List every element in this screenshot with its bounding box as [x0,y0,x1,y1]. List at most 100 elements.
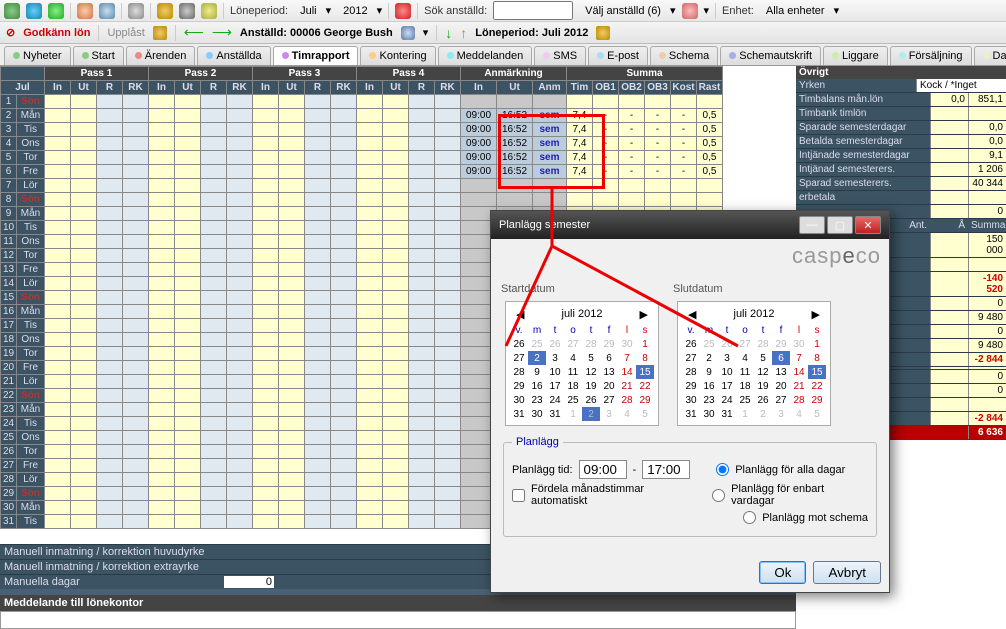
tool-icon-2[interactable] [179,3,195,19]
down-arrow[interactable]: ↓ [445,25,452,41]
tab-bar: NyheterStartÄrendenAnställdaTimrapportKo… [0,44,1006,66]
tab-schemautskrift[interactable]: Schemautskrift [720,46,821,65]
unlock-icon[interactable] [596,26,610,40]
employee-label: Anställd: 00006 George Bush [240,27,393,39]
dialog-title: Planlägg semester [499,219,797,231]
tab-kontering[interactable]: Kontering [360,46,435,65]
dropdown-icon[interactable] [401,26,415,40]
radio-all-days[interactable] [716,463,729,476]
auto-distribute-label: Fördela månadstimmar automatiskt [531,483,700,507]
time-to[interactable] [642,460,690,479]
period-year[interactable]: 2012 [337,5,373,17]
manual-extra: Manuell inmatning / korrektion extrayrke [4,561,224,573]
maximize-button[interactable]: ▢ [827,216,853,234]
calendar-red-icon[interactable] [395,3,411,19]
prev-arrow[interactable]: ⟵ [184,24,204,41]
tab-e-post[interactable]: E-post [588,46,648,65]
message-header: Meddelande till lönekontor [0,595,796,611]
day-row-3[interactable]: 3Tis09:0016:52sem7,4----0,5 [1,123,723,137]
period-label-2: Löneperiod: Juli 2012 [475,27,588,39]
summary-row: Betalda semesterdagar0,0 [796,135,1006,149]
unlocked-status: Upplåst [107,27,144,39]
period-month[interactable]: Juli [294,5,323,17]
dialog-titlebar[interactable]: Planlägg semester — ▢ ✕ [491,211,889,239]
pass-4-header: Pass 4 [357,67,461,81]
tab-försäljning[interactable]: Försäljning [890,46,972,65]
radio-schedule-label: Planlägg mot schema [762,512,868,524]
end-calendar[interactable]: ◀juli 2012▶v.mtotfls26252627282930127234… [677,301,831,426]
tab-sms[interactable]: SMS [534,46,586,65]
manual-days-lbl: Manuella dagar [4,576,224,588]
search-input[interactable] [493,1,573,20]
summary-row: Timbalans mån.lön0,0851,1 [796,93,1006,107]
tool-icon-1[interactable] [157,3,173,19]
up-arrow[interactable]: ↑ [460,25,467,41]
day-row-1[interactable]: 1Sön [1,95,723,109]
tab-schema[interactable]: Schema [650,46,718,65]
lock-icon[interactable] [153,26,167,40]
day-row-5[interactable]: 5Tor09:0016:52sem7,4----0,5 [1,151,723,165]
plan-vacation-dialog: Planlägg semester — ▢ ✕ caspeco Startdat… [490,210,890,593]
auto-distribute-check[interactable] [512,489,525,502]
minimize-button[interactable]: — [799,216,825,234]
time-label: Planlägg tid: [512,464,573,476]
manual-days-val[interactable]: 0 [224,576,274,588]
summary-row: Sparad semesterers.40 344 [796,177,1006,191]
search-label: Sök anställd: [424,5,487,17]
radio-weekdays-label: Planlägg för enbart vardagar [731,483,868,507]
end-date-label: Slutdatum [673,283,835,295]
day-row-2[interactable]: 2Mån09:0016:52sem7,4----0,5 [1,109,723,123]
anm-header: Anmärkning [461,67,567,81]
radio-all-days-label: Planlägg för alla dagar [735,464,845,476]
tab-nyheter[interactable]: Nyheter [4,46,71,65]
month-header [1,67,45,81]
sum-header: Summa [567,67,723,81]
plan-legend: Planlägg [512,436,563,448]
print-icon[interactable] [128,3,144,19]
manual-main: Manuell inmatning / korrektion huvudyrke [4,546,224,558]
tab-start[interactable]: Start [73,46,124,65]
plan-fieldset: Planlägg Planlägg tid: - Planlägg för al… [503,436,877,537]
start-date-label: Startdatum [501,283,663,295]
tab-liggare[interactable]: Liggare [823,46,888,65]
period-label: Löneperiod: [230,5,288,17]
pass-1-header: Pass 1 [45,67,149,81]
close-button[interactable]: ✕ [855,216,881,234]
unit-label: Enhet: [722,5,754,17]
time-from[interactable] [579,460,627,479]
day-row-6[interactable]: 6Fre09:0016:52sem7,4----0,5 [1,165,723,179]
tab-timrapport[interactable]: Timrapport [273,46,359,65]
day-row-8[interactable]: 8Sön [1,193,723,207]
tab-meddelanden[interactable]: Meddelanden [438,46,533,65]
summary-row: Intjänade semesterdagar9,1 [796,149,1006,163]
icon-3[interactable] [48,3,64,19]
next-arrow[interactable]: ⟶ [212,24,232,41]
ok-button[interactable]: Ok [759,561,806,584]
summary-row: YrkenKock / *Inget [796,79,1006,93]
users-icon[interactable] [99,3,115,19]
approve-button[interactable]: Godkänn lön [23,27,90,39]
radio-schedule[interactable] [743,511,756,524]
day-row-4[interactable]: 4Ons09:0016:52sem7,4----0,5 [1,137,723,151]
people-icon[interactable] [682,3,698,19]
icon-2[interactable] [26,3,42,19]
radio-weekdays[interactable] [712,489,725,502]
pass-3-header: Pass 3 [253,67,357,81]
tab-anställda[interactable]: Anställda [197,46,270,65]
secondary-toolbar: ⊘ Godkänn lön Upplåst ⟵ ⟶ Anställd: 0000… [0,22,1006,44]
employee-select[interactable]: Välj anställd (6) [579,5,667,17]
day-row-7[interactable]: 7Lör [1,179,723,193]
tab-ärenden[interactable]: Ärenden [126,46,196,65]
tab-dagsavstämning[interactable]: Dagsavstämning [974,46,1006,65]
cancel-button[interactable]: Avbryt [813,561,881,584]
main-toolbar: Löneperiod: Juli▾ 2012▾ Sök anställd: Vä… [0,0,1006,22]
start-calendar[interactable]: ◀juli 2012▶v.mtotfls26252627282930127234… [505,301,659,426]
summary-row: Intjänad semesterers.1 206 [796,163,1006,177]
unit-select[interactable]: Alla enheter [760,5,831,17]
calendar-icon[interactable] [201,3,217,19]
user-icon[interactable] [77,3,93,19]
icon-1[interactable] [4,3,20,19]
summary-row: erbetala [796,191,1006,205]
message-body[interactable] [0,611,796,629]
warn-icon: ⊘ [6,26,15,39]
